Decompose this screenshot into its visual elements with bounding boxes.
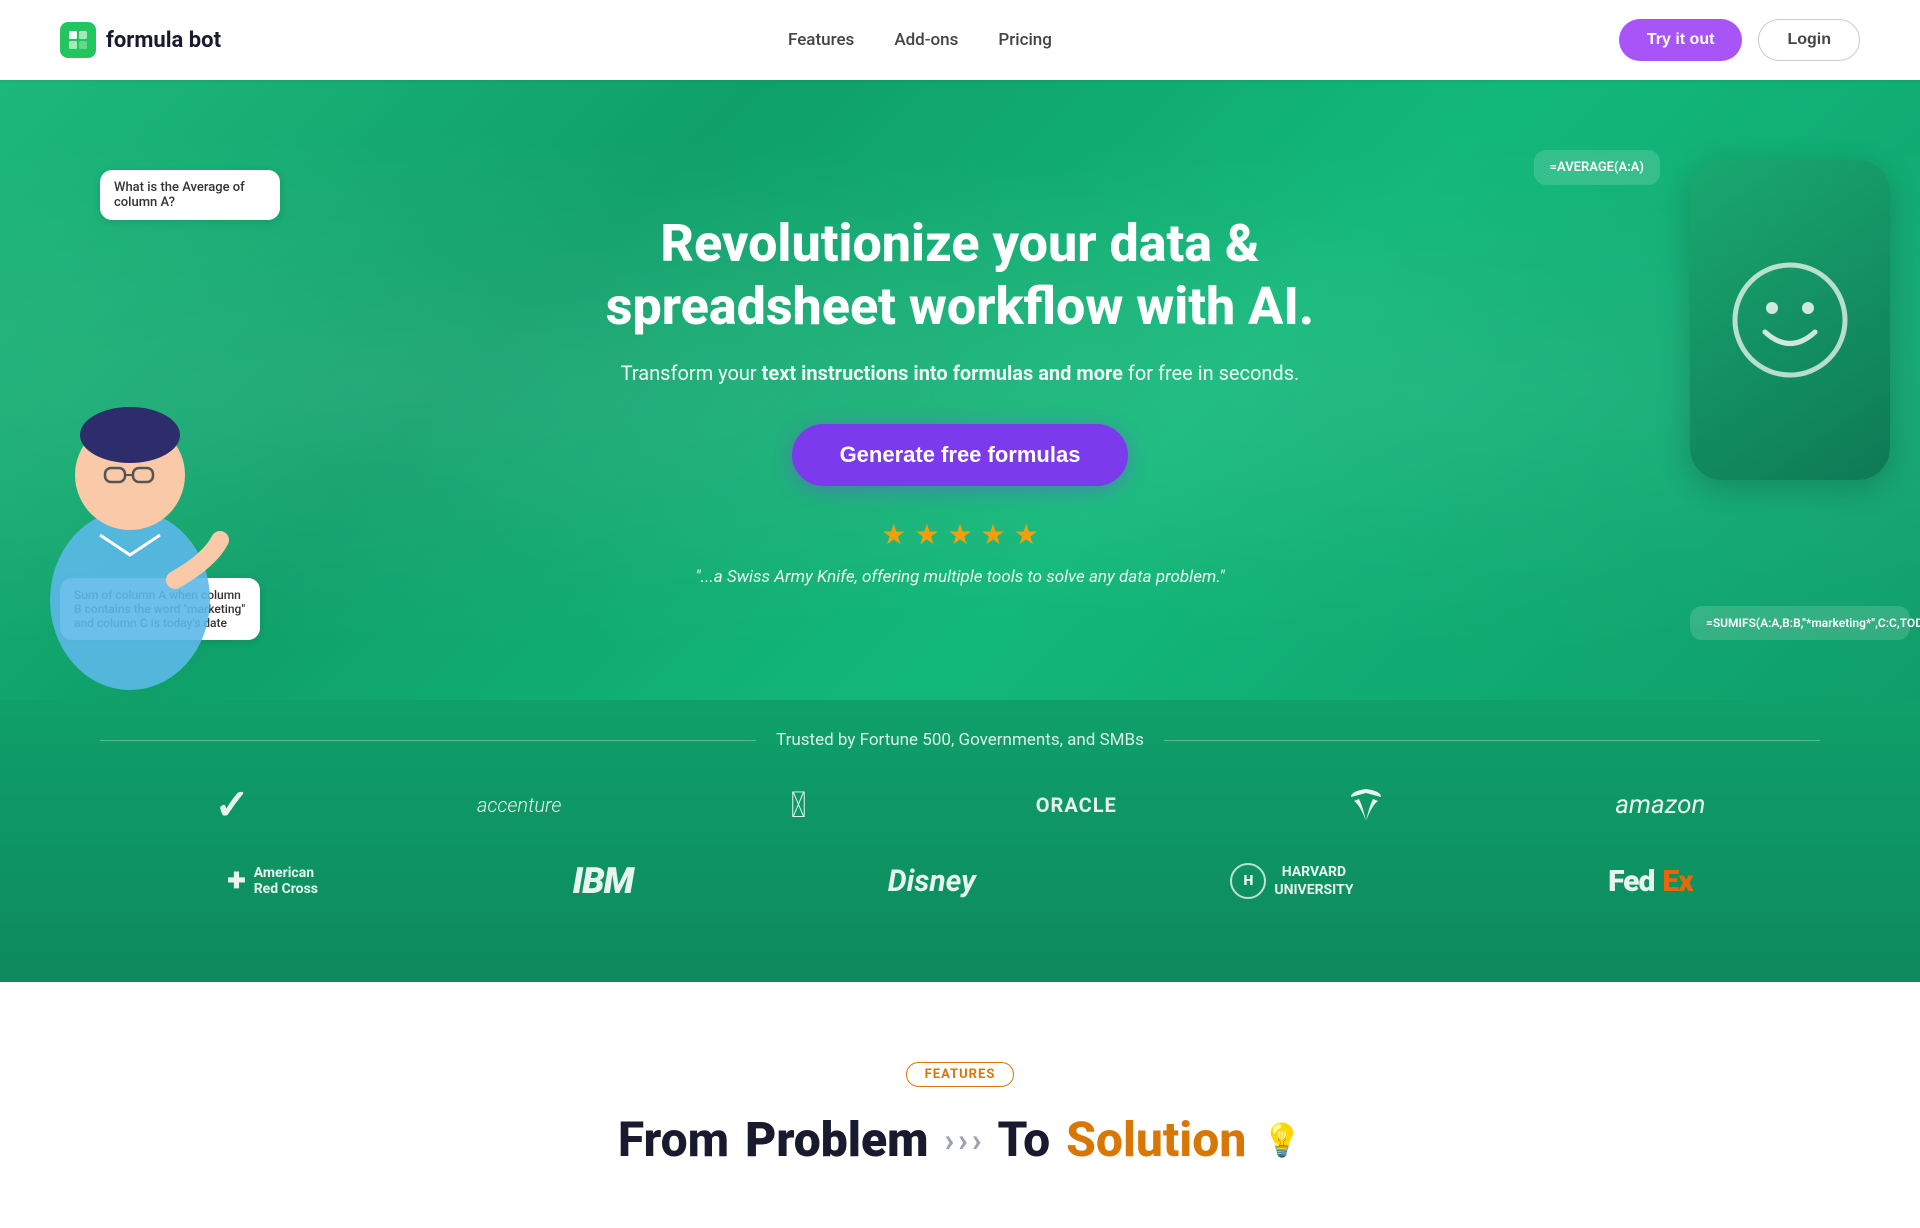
star-2: ★: [914, 518, 939, 551]
logo-fedex: FedEx: [1608, 864, 1693, 899]
lightbulb-icon: 💡: [1262, 1121, 1302, 1159]
trusted-divider: Trusted by Fortune 500, Governments, and…: [100, 730, 1820, 750]
logos-row-1: ✓ accenture  ORACLE amazon: [100, 780, 1820, 830]
login-button[interactable]: Login: [1758, 19, 1860, 61]
features-heading: From Problem ››› To Solution 💡: [200, 1111, 1720, 1168]
star-3: ★: [947, 518, 972, 551]
chat-bubble-top: What is the Average of column A?: [100, 170, 280, 220]
hero-right-illustration: =AVERAGE(A:A) =SUMIFS(A:A,B:B,"*marketin…: [1640, 140, 1920, 700]
logo-apple: : [791, 784, 807, 826]
logo[interactable]: formula bot: [60, 22, 221, 58]
nav-actions: Try it out Login: [1619, 19, 1860, 61]
review-quote: "...a Swiss Army Knife, offering multipl…: [510, 567, 1410, 587]
navbar: formula bot Features Add-ons Pricing Try…: [0, 0, 1920, 80]
nav-addons[interactable]: Add-ons: [894, 30, 958, 50]
trusted-text: Trusted by Fortune 500, Governments, and…: [776, 730, 1144, 750]
try-it-out-button[interactable]: Try it out: [1619, 19, 1743, 61]
person-illustration: [20, 360, 240, 700]
star-5: ★: [1014, 518, 1039, 551]
logo-amazon: amazon: [1615, 790, 1705, 820]
nav-pricing[interactable]: Pricing: [998, 30, 1052, 50]
subtitle-bold: text instructions into formulas and more: [762, 361, 1123, 385]
phone-mockup: [1690, 160, 1890, 480]
to-label: To: [998, 1111, 1051, 1168]
logo-disney: Disney: [888, 864, 976, 899]
hero-content: Revolutionize your data & spreadsheet wo…: [510, 213, 1410, 587]
nav-features[interactable]: Features: [788, 30, 854, 50]
logo-nike: ✓: [215, 780, 248, 830]
logo-oracle: ORACLE: [1036, 793, 1117, 817]
star-4: ★: [981, 518, 1006, 551]
logo-redcross: ✚ AmericanRed Cross: [227, 865, 318, 897]
logo-harvard: H HARVARDUNIVERSITY: [1230, 863, 1353, 899]
formula-card-bottom: =SUMIFS(A:A,B:B,"*marketing*",C:C,TODAY(…: [1690, 606, 1910, 640]
generate-formulas-button[interactable]: Generate free formulas: [792, 424, 1129, 486]
formula-card-top: =AVERAGE(A:A): [1534, 150, 1660, 185]
logos-row-2: ✚ AmericanRed Cross IBM Disney H HARVARD…: [100, 860, 1820, 902]
hero-section: What is the Average of column A? Sum of …: [0, 80, 1920, 700]
logo-tesla: [1346, 785, 1386, 825]
logo-text: formula bot: [106, 28, 221, 53]
arrows-icon: ›››: [944, 1121, 981, 1159]
features-section: FEATURES From Problem ››› To Solution 💡: [0, 982, 1920, 1228]
star-rating: ★ ★ ★ ★ ★: [510, 518, 1410, 551]
solution-label: Solution: [1066, 1111, 1246, 1168]
features-badge: FEATURES: [906, 1062, 1015, 1087]
hero-subtitle: Transform your text instructions into fo…: [510, 358, 1410, 388]
trusted-section: Trusted by Fortune 500, Governments, and…: [0, 700, 1920, 982]
nav-links: Features Add-ons Pricing: [788, 30, 1052, 50]
hero-left-illustration: What is the Average of column A? Sum of …: [0, 160, 280, 700]
subtitle-plain2: for free in seconds.: [1123, 361, 1299, 385]
logo-ibm: IBM: [573, 860, 634, 902]
hero-title: Revolutionize your data & spreadsheet wo…: [510, 213, 1410, 338]
problem-label: Problem: [745, 1111, 928, 1168]
from-label: From: [618, 1111, 729, 1168]
star-1: ★: [881, 518, 906, 551]
subtitle-plain1: Transform your: [621, 361, 762, 385]
logo-accenture: accenture: [477, 793, 561, 817]
logo-icon: [60, 22, 96, 58]
